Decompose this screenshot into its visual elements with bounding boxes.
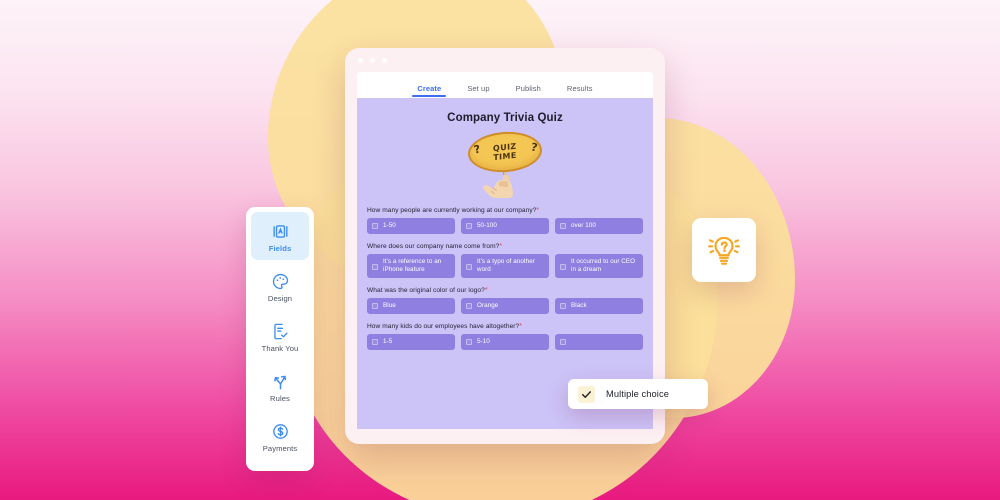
question-text: What was the original color of our logo?: [367, 287, 485, 294]
checkbox-icon[interactable]: [372, 263, 378, 270]
option-label: 5-10: [477, 338, 490, 345]
question-block: How many people are currently working at…: [367, 207, 643, 234]
question-text: How many people are currently working at…: [367, 207, 537, 214]
window-dot-maximize[interactable]: [382, 57, 387, 63]
palette-icon: [253, 270, 307, 292]
checkbox-icon[interactable]: [466, 303, 472, 309]
option-item[interactable]: [555, 334, 643, 350]
document-check-icon: [253, 320, 307, 342]
question-label: Where does our company name come from?*: [367, 243, 643, 250]
screenshot-canvas: Create Set up Publish Results Company Tr…: [0, 0, 1000, 500]
option-item[interactable]: 1-50: [367, 218, 455, 234]
branch-arrow-icon: [253, 370, 307, 392]
option-item[interactable]: over 100: [555, 218, 643, 234]
multiple-choice-label: Multiple choice: [606, 389, 669, 399]
option-item[interactable]: It's a typo of another word: [461, 254, 549, 278]
option-row: It's a reference to an iPhone feature It…: [367, 254, 643, 278]
option-item[interactable]: 50-100: [461, 218, 549, 234]
checkbox-icon[interactable]: [560, 223, 566, 229]
option-label: It's a typo of another word: [477, 258, 535, 273]
option-item[interactable]: Black: [555, 298, 643, 314]
tab-create[interactable]: Create: [412, 84, 447, 97]
checkbox-icon[interactable]: [560, 263, 566, 270]
fields-icon: [253, 220, 307, 242]
hint-card[interactable]: [692, 218, 756, 282]
option-label: It's a reference to an iPhone feature: [383, 258, 442, 273]
option-item[interactable]: 5-10: [461, 334, 549, 350]
question-label: How many kids do our employees have alto…: [367, 323, 643, 330]
option-label: 50-100: [477, 222, 497, 229]
option-label: It occurred to our CEO in a dream: [571, 258, 636, 273]
checkbox-icon[interactable]: [560, 303, 566, 309]
option-item[interactable]: It occurred to our CEO in a dream: [555, 254, 643, 278]
option-item[interactable]: Blue: [367, 298, 455, 314]
option-row: 1-50 50-100 over 100: [367, 218, 643, 234]
option-label: Orange: [477, 302, 499, 309]
option-row: Blue Orange Black: [367, 298, 643, 314]
required-asterisk: *: [519, 323, 523, 330]
checkbox-icon[interactable]: [372, 339, 378, 345]
multiple-choice-popup[interactable]: Multiple choice: [568, 379, 708, 409]
option-item[interactable]: Orange: [461, 298, 549, 314]
question-block: Where does our company name come from?* …: [367, 243, 643, 278]
question-label: What was the original color of our logo?…: [367, 287, 643, 294]
quiz-time-hero: QUIZ TIME ? ?: [367, 129, 643, 198]
question-label: How many people are currently working at…: [367, 207, 643, 214]
tab-set-up[interactable]: Set up: [467, 84, 489, 97]
option-label: Blue: [383, 302, 396, 309]
sidebar-item-label: Payments: [262, 444, 298, 453]
quiz-sign-line2: TIME: [493, 149, 517, 162]
required-asterisk: *: [484, 287, 488, 294]
option-label: 1-5: [383, 338, 393, 345]
checkbox-icon[interactable]: [466, 263, 472, 270]
window-chrome: [345, 48, 665, 72]
question-text: How many kids do our employees have alto…: [367, 323, 520, 330]
option-label: 1-50: [383, 222, 396, 229]
option-label: over 100: [571, 222, 596, 229]
required-asterisk: *: [536, 207, 540, 214]
tab-bar: Create Set up Publish Results: [357, 72, 653, 98]
question-block: How many kids do our employees have alto…: [367, 323, 643, 350]
checkbox-icon[interactable]: [466, 339, 472, 345]
tool-sidebar: Fields Design Thank You Rules Payments: [246, 207, 314, 471]
sidebar-item-thank-you[interactable]: Thank You: [251, 312, 309, 360]
sidebar-item-label: Thank You: [261, 344, 299, 353]
lightbulb-question-icon: [708, 236, 740, 265]
sidebar-item-label: Rules: [270, 394, 290, 403]
form-title: Company Trivia Quiz: [447, 112, 563, 124]
sidebar-item-payments[interactable]: Payments: [251, 412, 309, 460]
checkbox-icon[interactable]: [560, 339, 566, 345]
sidebar-item-label: Design: [267, 294, 293, 303]
question-block: What was the original color of our logo?…: [367, 287, 643, 314]
required-asterisk: *: [499, 243, 503, 250]
checkbox-icon[interactable]: [372, 223, 378, 229]
window-dot-close[interactable]: [358, 57, 363, 63]
sidebar-item-rules[interactable]: Rules: [251, 362, 309, 410]
quiz-sign-text: QUIZ TIME: [493, 141, 517, 162]
checkbox-checked-icon[interactable]: [578, 385, 595, 403]
dollar-circle-icon: [253, 420, 307, 442]
checkbox-icon[interactable]: [466, 223, 472, 229]
question-text: Where does our company name come from?: [367, 243, 500, 250]
sidebar-item-fields[interactable]: Fields: [251, 212, 309, 260]
option-label: Black: [571, 302, 587, 309]
tab-results[interactable]: Results: [567, 84, 593, 97]
option-item[interactable]: It's a reference to an iPhone feature: [367, 254, 455, 278]
sidebar-item-design[interactable]: Design: [251, 262, 309, 310]
sidebar-item-label: Fields: [268, 244, 292, 253]
option-row: 1-5 5-10: [367, 334, 643, 350]
checkbox-icon[interactable]: [372, 303, 378, 309]
hand-icon: [483, 175, 513, 198]
window-dot-minimize[interactable]: [370, 57, 375, 63]
option-item[interactable]: 1-5: [367, 334, 455, 350]
tab-publish[interactable]: Publish: [516, 84, 541, 97]
